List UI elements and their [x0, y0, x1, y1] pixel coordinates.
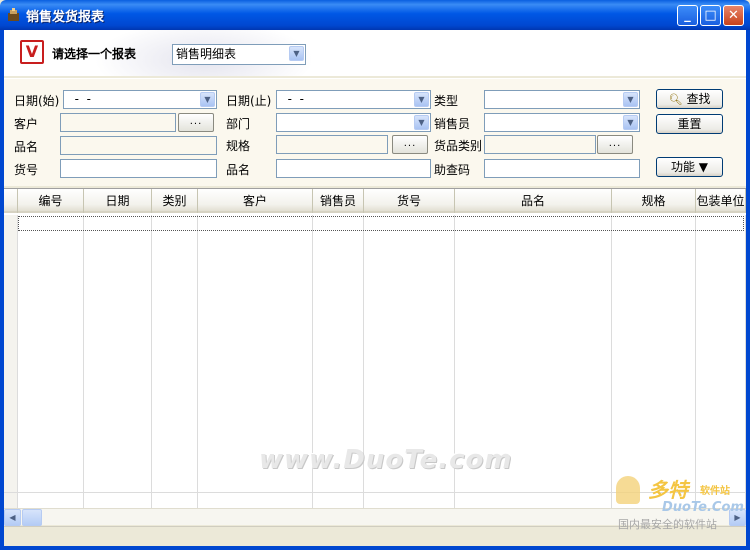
filter-panel: 日期(始) - - ▼ 日期(止) - - ▼ 类型 ▼ 🔍︎ 查找 客户 ...…: [4, 78, 746, 186]
scroll-left-icon[interactable]: ◀: [4, 509, 21, 526]
spec-field[interactable]: [276, 135, 388, 154]
item-no-label: 货号: [14, 163, 39, 177]
report-select[interactable]: 销售明细表 ▼: [172, 44, 306, 65]
product-name2-field[interactable]: [276, 159, 431, 178]
close-button[interactable]: ✕: [723, 5, 744, 26]
window-border-bottom: [0, 546, 750, 550]
column-header[interactable]: 规格: [612, 189, 696, 213]
title-bar[interactable]: 销售发货报表 _ □ ✕: [0, 0, 750, 30]
salesperson-label: 销售员: [434, 117, 471, 131]
app-logo: V: [20, 40, 44, 64]
minimize-button[interactable]: _: [677, 5, 698, 26]
date-end-label: 日期(止): [226, 94, 272, 108]
date-start-label: 日期(始): [14, 94, 60, 108]
corner-watermark-name: 多特: [648, 478, 688, 502]
salesperson-select[interactable]: ▼: [484, 113, 640, 132]
grid-header: 编号 日期 类别 客户 销售员 货号 品名 规格 包装单位: [4, 189, 746, 213]
spec-label: 规格: [226, 139, 251, 153]
magnifier-icon: 🔍︎: [668, 93, 683, 106]
spec-browse-button[interactable]: ...: [392, 135, 428, 154]
date-start-field[interactable]: - - ▼: [63, 90, 217, 109]
chevron-down-icon[interactable]: ▼: [414, 115, 429, 130]
table-row[interactable]: [18, 216, 744, 231]
window-border-right: [746, 30, 750, 550]
date-end-field[interactable]: - - ▼: [276, 90, 431, 109]
report-grid[interactable]: 编号 日期 类别 客户 销售员 货号 品名 规格 包装单位 www.DuoTe.…: [4, 188, 746, 514]
app-icon: [8, 8, 19, 21]
type-select[interactable]: ▼: [484, 90, 640, 109]
column-header[interactable]: 货号: [364, 189, 455, 213]
type-label: 类型: [434, 94, 459, 108]
lookup-code-field[interactable]: [484, 159, 640, 178]
chevron-down-icon[interactable]: ▼: [623, 92, 638, 107]
window-title: 销售发货报表: [26, 10, 105, 25]
corner-watermark: 多特 软件站 DuoTe.Com 国内最安全的软件站: [612, 470, 746, 536]
chevron-down-icon[interactable]: ▼: [623, 115, 638, 130]
chevron-down-icon[interactable]: ▼: [200, 92, 215, 107]
column-header[interactable]: 包装单位: [696, 189, 746, 213]
scrollbar-thumb[interactable]: [22, 509, 42, 526]
item-no-field[interactable]: [60, 159, 217, 178]
corner-watermark-en: DuoTe.Com: [662, 500, 744, 515]
customer-field[interactable]: [60, 113, 176, 132]
category-browse-button[interactable]: ...: [597, 135, 633, 154]
column-header[interactable]: 编号: [18, 189, 84, 213]
category-label: 货品类别: [434, 139, 483, 153]
reset-button[interactable]: 重置: [656, 114, 723, 134]
product-name-label: 品名: [14, 140, 39, 154]
chevron-down-icon[interactable]: ▼: [289, 46, 304, 61]
row-indicator-header: [4, 189, 18, 213]
customer-label: 客户: [14, 117, 39, 131]
corner-watermark-sub: 软件站: [700, 486, 730, 497]
function-button[interactable]: 功能 ▼: [656, 157, 723, 177]
corner-watermark-slogan: 国内最安全的软件站: [618, 518, 717, 531]
product-name-field[interactable]: [60, 136, 217, 155]
column-header[interactable]: 类别: [152, 189, 198, 213]
search-button[interactable]: 🔍︎ 查找: [656, 89, 723, 109]
category-field[interactable]: [484, 135, 596, 154]
customer-browse-button[interactable]: ...: [178, 113, 214, 132]
chevron-down-icon[interactable]: ▼: [414, 92, 429, 107]
column-header[interactable]: 销售员: [313, 189, 364, 213]
report-select-label: 请选择一个报表: [52, 47, 137, 61]
column-header[interactable]: 日期: [84, 189, 152, 213]
site-watermark: www.DuoTe.com: [259, 445, 513, 475]
column-header[interactable]: 客户: [198, 189, 313, 213]
report-select-value: 销售明细表: [176, 47, 237, 61]
lookup-code-label: 助查码: [434, 163, 471, 177]
product-name2-label: 品名: [226, 163, 251, 177]
department-label: 部门: [226, 117, 251, 131]
department-select[interactable]: ▼: [276, 113, 431, 132]
report-header: V 请选择一个报表 销售明细表 ▼: [4, 30, 746, 76]
mascot-icon: [616, 476, 640, 504]
column-header[interactable]: 品名: [455, 189, 612, 213]
maximize-button[interactable]: □: [700, 5, 721, 26]
